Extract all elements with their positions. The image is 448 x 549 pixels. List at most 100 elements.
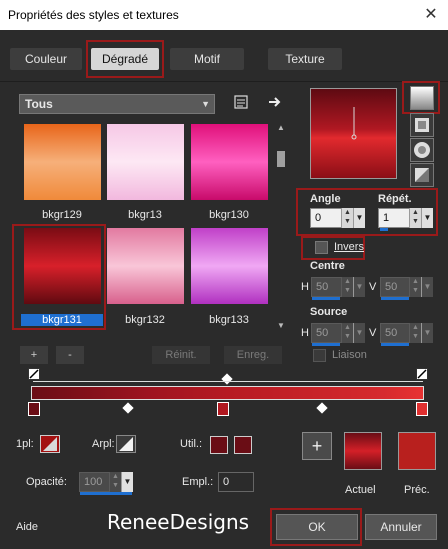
chevron-down-icon: ▼ bbox=[201, 99, 210, 109]
tab-couleur[interactable]: Couleur bbox=[10, 48, 82, 70]
source-v-dropdown-icon[interactable]: ▼ bbox=[421, 323, 433, 343]
help-link[interactable]: Aide bbox=[16, 521, 38, 533]
window-title: Propriétés des styles et textures bbox=[8, 8, 179, 22]
opacity-midpoint-marker[interactable] bbox=[221, 373, 233, 385]
repeat-level-bar bbox=[380, 228, 388, 231]
angle-value: 0 bbox=[315, 212, 322, 224]
close-icon[interactable]: ✕ bbox=[418, 4, 444, 26]
watermark-text: ReneeDesigns bbox=[107, 510, 250, 534]
linear-gradient-icon[interactable] bbox=[410, 86, 434, 110]
opacity-label: Opacité: bbox=[26, 476, 67, 488]
source-v-arrows[interactable]: ▲ ▼ bbox=[409, 323, 421, 343]
angle-spin-arrows[interactable]: ▲ ▼ bbox=[341, 208, 353, 228]
user-color-swatch-1[interactable] bbox=[210, 436, 228, 454]
source-h-value: 50 bbox=[316, 327, 329, 339]
current-color-swatch[interactable] bbox=[344, 432, 382, 470]
ok-button[interactable]: OK bbox=[276, 514, 358, 540]
link-checkbox[interactable] bbox=[313, 349, 326, 362]
opacity-level-bar bbox=[80, 492, 132, 495]
opacity-stop-left[interactable] bbox=[28, 368, 40, 380]
invert-label: Invers bbox=[334, 241, 364, 253]
opacity-arrows[interactable]: ▲ ▼ bbox=[109, 472, 121, 492]
swatch-label: bkgr133 bbox=[209, 314, 249, 326]
reset-button[interactable]: Réinit. bbox=[152, 346, 210, 364]
source-h-level-bar bbox=[312, 343, 340, 346]
tab-texture[interactable]: Texture bbox=[268, 48, 342, 70]
background-color-type-icon[interactable] bbox=[116, 435, 136, 453]
user-color-label: Util.: bbox=[180, 438, 202, 450]
location-label: Empl.: bbox=[182, 476, 214, 488]
repeat-spin-arrows[interactable]: ▲ ▼ bbox=[409, 208, 421, 228]
scrollbar-thumb[interactable] bbox=[277, 151, 285, 167]
color-stop-left[interactable] bbox=[28, 402, 40, 416]
swatch-bkgr130[interactable] bbox=[191, 124, 268, 200]
previous-label: Préc. bbox=[404, 484, 430, 496]
source-h-dropdown-icon[interactable]: ▼ bbox=[353, 323, 365, 343]
add-gradient-button[interactable]: + bbox=[20, 346, 48, 364]
center-h-arrows[interactable]: ▲ ▼ bbox=[341, 277, 353, 297]
color-midpoint-marker[interactable] bbox=[122, 402, 134, 414]
stop-color-type-icon[interactable] bbox=[40, 435, 60, 453]
color-stop-middle[interactable] bbox=[217, 402, 229, 416]
source-v-label: V bbox=[369, 327, 377, 339]
save-gradient-button[interactable]: Enreg. bbox=[224, 346, 282, 364]
scroll-up-icon[interactable]: ▲ bbox=[277, 123, 285, 132]
color-stop-right[interactable] bbox=[416, 402, 428, 416]
tab-degrade[interactable]: Dégradé bbox=[91, 48, 159, 70]
swatch-label: bkgr130 bbox=[209, 209, 249, 221]
radial-gradient-icon[interactable] bbox=[410, 163, 434, 187]
swatch-bkgr133[interactable] bbox=[191, 228, 268, 304]
add-swatch-plus-icon[interactable]: + bbox=[302, 432, 332, 460]
tab-motif[interactable]: Motif bbox=[170, 48, 244, 70]
repeat-value: 1 bbox=[383, 212, 390, 224]
arrow-right-icon[interactable] bbox=[267, 94, 283, 110]
previous-color-swatch[interactable] bbox=[398, 432, 436, 470]
swatch-bkgr131[interactable] bbox=[24, 228, 101, 304]
center-v-value: 50 bbox=[385, 281, 398, 293]
cancel-button[interactable]: Annuler bbox=[365, 514, 437, 540]
opacity-value: 100 bbox=[84, 476, 103, 488]
gradient-preview[interactable] bbox=[310, 88, 397, 179]
location-field[interactable]: 0 bbox=[218, 472, 254, 492]
gradient-bar[interactable] bbox=[31, 386, 424, 400]
current-label: Actuel bbox=[345, 484, 376, 496]
opacity-stop-right[interactable] bbox=[416, 368, 428, 380]
repeat-dropdown-icon[interactable]: ▼ bbox=[421, 208, 433, 228]
center-v-arrows[interactable]: ▲ ▼ bbox=[409, 277, 421, 297]
center-v-dropdown-icon[interactable]: ▼ bbox=[421, 277, 433, 297]
source-label: Source bbox=[310, 306, 348, 318]
invert-checkbox[interactable] bbox=[315, 241, 328, 254]
opacity-track bbox=[33, 381, 423, 382]
category-dropdown[interactable]: Tous ▼ bbox=[19, 94, 215, 114]
center-h-level-bar bbox=[312, 297, 340, 300]
gradient-library-icon[interactable] bbox=[233, 94, 249, 110]
style-label: 1pl: bbox=[16, 438, 34, 450]
link-label: Liaison bbox=[332, 349, 367, 361]
swatch-label-selected: bkgr131 bbox=[21, 314, 103, 326]
swatch-label: bkgr132 bbox=[125, 314, 165, 326]
rectangular-gradient-icon[interactable] bbox=[410, 113, 434, 137]
color-midpoint-marker[interactable] bbox=[316, 402, 328, 414]
swatch-bkgr13[interactable] bbox=[107, 124, 184, 200]
angle-dropdown-icon[interactable]: ▼ bbox=[353, 208, 365, 228]
swatch-label: bkgr13 bbox=[128, 209, 162, 221]
scroll-down-icon[interactable]: ▼ bbox=[277, 321, 285, 330]
background-style-label: Arpl: bbox=[92, 438, 115, 450]
source-v-level-bar bbox=[381, 343, 409, 346]
center-h-dropdown-icon[interactable]: ▼ bbox=[353, 277, 365, 297]
swatch-scrollbar[interactable]: ▲ ▼ bbox=[275, 123, 287, 331]
source-h-arrows[interactable]: ▲ ▼ bbox=[341, 323, 353, 343]
user-color-swatch-2[interactable] bbox=[234, 436, 252, 454]
category-dropdown-value: Tous bbox=[25, 97, 53, 111]
center-label: Centre bbox=[310, 260, 345, 272]
source-v-value: 50 bbox=[385, 327, 398, 339]
center-h-value: 50 bbox=[316, 281, 329, 293]
swatch-bkgr132[interactable] bbox=[107, 228, 184, 304]
title-bar: Propriétés des styles et textures ✕ bbox=[0, 0, 448, 30]
repeat-label: Répét. bbox=[378, 193, 412, 205]
sunburst-gradient-icon[interactable] bbox=[410, 138, 434, 162]
opacity-dropdown-icon[interactable]: ▼ bbox=[121, 472, 133, 492]
swatch-label: bkgr129 bbox=[42, 209, 82, 221]
swatch-bkgr129[interactable] bbox=[24, 124, 101, 200]
remove-gradient-button[interactable]: - bbox=[56, 346, 84, 364]
